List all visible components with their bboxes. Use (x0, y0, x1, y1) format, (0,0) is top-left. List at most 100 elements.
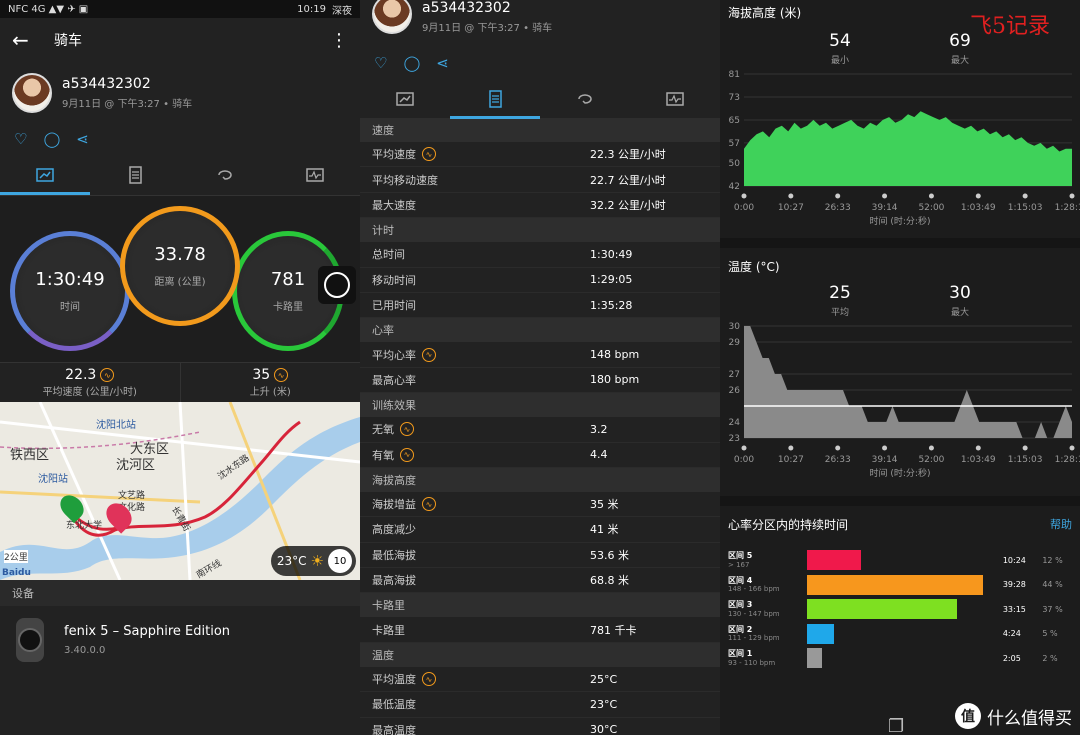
details-value: 32.2 公里/小时 (590, 198, 666, 212)
device-row[interactable]: fenix 5 – Sapphire Edition 3.40.0.0 (0, 606, 360, 674)
details-group-header: 卡路里 (360, 593, 720, 618)
details-key: 平均温度 (372, 673, 416, 687)
floating-circle-button[interactable] (318, 266, 356, 304)
zone-range: 130 - 147 bpm (728, 609, 780, 618)
tab-charts[interactable] (630, 78, 720, 119)
y-tick-label: 26 (729, 386, 741, 396)
user-header: a534432302 9月11日 @ 下午3:27 • 骑车 (0, 62, 360, 124)
hr-zone-bar[interactable] (807, 574, 984, 595)
details-row: 海拔增益 ∿ 35 米 (360, 492, 720, 518)
details-value: 4.4 (590, 448, 608, 462)
insight-badge-icon[interactable]: ∿ (422, 147, 436, 162)
avg-speed-stat: 22.3 ∿ 平均速度 (公里/小时) (0, 363, 180, 402)
avatar[interactable] (12, 73, 52, 113)
details-group-header: 温度 (360, 642, 720, 667)
details-key: 最高心率 (372, 373, 416, 387)
elevation-chart[interactable]: 42 50 57 65 73 81 0:00 10:27 26:33 39:14 52:00 1:03… (720, 66, 1080, 236)
hr-zones-card: 心率分区内的持续时间 帮助 区间 5 > 167 10:24 12 % 区间 41… (720, 506, 1080, 735)
tab-details[interactable] (450, 78, 540, 119)
like-heart-icon[interactable]: ♡ (374, 54, 387, 72)
comment-icon[interactable]: ◯ (43, 130, 60, 148)
hr-zone-bar[interactable] (807, 599, 957, 620)
temperature-chart-card: 温度 (°C) 25 平均 30 最大 23 24 26 27 29 30 0:00 10:27 2… (720, 248, 1080, 496)
hr-zone-bar[interactable] (807, 623, 834, 644)
hr-zone-row: 区间 2 111 - 129 bpm 4:24 5 % (728, 622, 1072, 647)
hr-zone-bar[interactable] (807, 648, 823, 669)
details-value: 53.6 米 (590, 548, 629, 562)
map-label: 沈河区 (116, 458, 156, 473)
back-arrow-icon[interactable]: ← (12, 28, 54, 52)
x-tick-label: 26:33 (825, 203, 851, 213)
comment-icon[interactable]: ◯ (403, 54, 420, 72)
details-value: 22.7 公里/小时 (590, 173, 666, 187)
y-tick-label: 42 (729, 182, 740, 192)
weather-chip[interactable]: 23°C ☀ 10 (270, 546, 356, 576)
heartbeat-chart-icon (306, 167, 324, 182)
details-row: 平均心率 ∿ 148 bpm (360, 342, 720, 368)
share-icon[interactable]: ⋖ (436, 54, 449, 72)
insight-badge-icon[interactable]: ∿ (422, 497, 436, 512)
x-tick-dot (1069, 445, 1075, 451)
tab-charts[interactable] (270, 154, 360, 195)
details-value: 25°C (590, 672, 618, 686)
circle-icon (324, 272, 350, 298)
help-link[interactable]: 帮助 (1050, 516, 1072, 532)
route-map[interactable]: 沈阳北站 大东区 沈河区 铁西区 沈阳站 文艺路 文化路 沈水东路 东北大学 长… (0, 402, 360, 580)
insight-badge-icon[interactable]: ∿ (400, 447, 414, 462)
details-row: 高度减少 41 米 (360, 517, 720, 543)
device-name: fenix 5 – Sapphire Edition (64, 624, 231, 639)
details-row: 卡路里 781 千卡 (360, 617, 720, 643)
tab-laps[interactable] (540, 78, 630, 119)
x-tick-label: 1:28:12 (1055, 455, 1080, 465)
document-icon (489, 89, 502, 108)
device-version: 3.40.0.0 (64, 645, 106, 656)
status-left: NFC 4G ▲▼ ✈ ▣ (8, 3, 89, 15)
zone-time: 2:05 (1002, 653, 1021, 663)
details-row: 最高海拔 68.8 米 (360, 568, 720, 594)
zone-percent: 44 % (1042, 580, 1063, 590)
details-row: 有氧 ∿ 4.4 (360, 443, 720, 468)
activity-meta: 9月11日 @ 下午3:27 • 骑车 (62, 99, 193, 110)
x-tick-dot (835, 193, 841, 199)
insight-badge-icon[interactable]: ∿ (274, 368, 289, 382)
details-row: 最大速度 32.2 公里/小时 (360, 193, 720, 219)
details-row: 移动时间 1:29:05 (360, 268, 720, 293)
tab-overview[interactable] (0, 154, 90, 195)
share-icon[interactable]: ⋖ (76, 130, 89, 148)
temp-max-value: 30 (949, 283, 971, 303)
x-tick-label: 52:00 (918, 455, 944, 465)
more-menu-icon[interactable]: ⋮ (330, 30, 348, 51)
x-tick-dot (788, 445, 794, 451)
x-tick-label: 10:27 (778, 203, 804, 213)
details-key: 卡路里 (372, 623, 405, 637)
details-value: 41 米 (590, 523, 619, 537)
copy-icon[interactable]: ❐ (888, 716, 904, 735)
time-ring: 1:30:49 时间 (10, 231, 130, 351)
tab-laps[interactable] (180, 154, 270, 195)
details-key: 平均心率 (372, 348, 416, 362)
details-value: 180 bpm (590, 373, 640, 387)
elevation-chart-card: 海拔高度 (米) 飞5记录 54 最小 69 最大 42 50 57 65 73 81 0:00… (720, 0, 1080, 238)
avatar[interactable] (372, 0, 412, 34)
tab-overview[interactable] (360, 78, 450, 119)
like-heart-icon[interactable]: ♡ (14, 130, 27, 148)
insight-badge-icon[interactable]: ∿ (400, 422, 414, 437)
x-tick-dot (882, 193, 888, 199)
details-value: 1:35:28 (590, 298, 633, 312)
insight-badge-icon[interactable]: ∿ (100, 368, 115, 382)
elev-max-label: 最大 (950, 56, 969, 66)
insight-badge-icon[interactable]: ∿ (422, 347, 436, 362)
tab-details[interactable] (90, 154, 180, 195)
hr-zone-bar[interactable] (807, 550, 861, 571)
x-tick-dot (741, 193, 747, 199)
avg-speed-label: 平均速度 (公里/小时) (42, 387, 137, 398)
insight-badge-icon[interactable]: ∿ (422, 672, 436, 687)
details-group-header: 海拔高度 (360, 467, 720, 492)
calories-value: 781 (270, 269, 306, 290)
distance-label: 距离 (公里) (154, 277, 206, 288)
details-key: 最高海拔 (372, 574, 416, 588)
hr-zone-row: 区间 4 148 - 166 bpm 39:28 44 % (728, 573, 1072, 598)
baidu-logo-icon: Baidu (2, 568, 31, 578)
x-tick-dot (1069, 193, 1075, 199)
temperature-chart[interactable]: 23 24 26 27 29 30 0:00 10:27 26:33 39:14 52:00 1:03… (720, 318, 1080, 488)
